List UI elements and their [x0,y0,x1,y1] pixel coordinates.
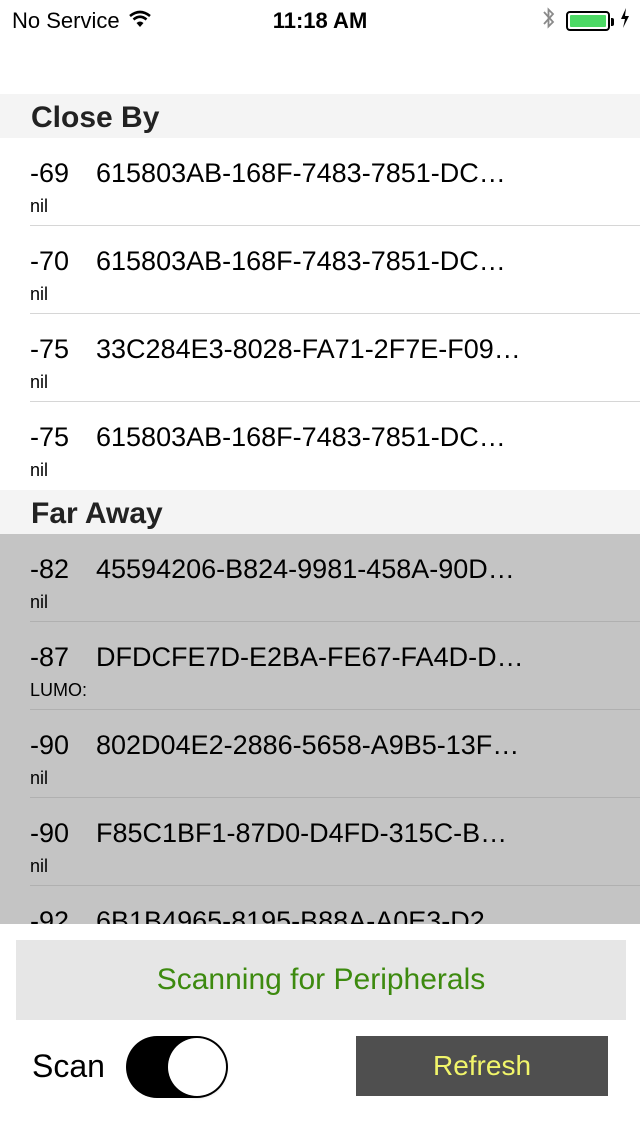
rssi-value: -75 [30,334,70,364]
status-right [542,6,630,35]
refresh-button[interactable]: Refresh [356,1036,608,1096]
uuid-label: DFDCFE7D-E2BA-FE67-FA4D-D… [96,642,524,672]
uuid-label: 802D04E2-2886-5658-A9B5-13F… [96,730,520,760]
table-row[interactable]: -90 F85C1BF1-87D0-D4FD-315C-B… nil [0,798,640,886]
rssi-value: -69 [30,158,70,188]
rssi-value: -87 [30,642,70,672]
uuid-label: 615803AB-168F-7483-7851-DC… [96,246,506,276]
battery-icon [566,10,614,31]
scan-label: Scan [32,1048,105,1084]
rssi-value: -82 [30,554,70,584]
table-row[interactable]: -75 615803AB-168F-7483-7851-DC… nil [0,402,640,490]
peripheral-name: nil [30,372,49,392]
peripheral-name: nil [30,196,49,216]
table-row[interactable]: -75 33C284E3-8028-FA71-2F7E-F09… nil [0,314,640,402]
scan-toggle[interactable] [126,1036,228,1098]
bluetooth-icon [542,6,556,35]
peripheral-name: nil [30,768,49,788]
far-away-rows: -82 45594206-B824-9981-458A-90D… nil -87 D… [0,534,640,924]
uuid-label: 615803AB-168F-7483-7851-DC… [96,158,506,188]
rssi-value: -75 [30,422,70,452]
peripheral-name: LUMO: [30,680,88,700]
uuid-label: 33C284E3-8028-FA71-2F7E-F09… [96,334,521,364]
peripheral-name: nil [30,284,49,304]
charging-icon [620,8,630,33]
uuid-label: F85C1BF1-87D0-D4FD-315C-B… [96,818,508,848]
scan-status-label: Scanning for Peripherals [16,940,626,1020]
section-header-close-by: Close By [0,94,640,138]
table-row[interactable]: -92 6B1B4965-8195-B88A-A0E3-D2 [0,886,640,924]
uuid-label: 6B1B4965-8195-B88A-A0E3-D2 [96,906,485,924]
table-row[interactable]: -90 802D04E2-2886-5658-A9B5-13F… nil [0,710,640,798]
status-bar: No Service 11:18 AM [0,0,640,40]
toggle-knob [168,1038,226,1096]
table-row[interactable]: -69 615803AB-168F-7483-7851-DC… nil [0,138,640,226]
rssi-value: -90 [30,818,70,848]
rssi-value: -92 [30,906,70,924]
uuid-label: 45594206-B824-9981-458A-90D… [96,554,515,584]
peripheral-name: nil [30,460,49,480]
rssi-value: -90 [30,730,70,760]
uuid-label: 615803AB-168F-7483-7851-DC… [96,422,506,452]
peripheral-table[interactable]: Close By -69 615803AB-168F-7483-7851-DC… … [0,94,640,924]
section-header-far-away: Far Away [0,490,640,534]
table-row[interactable]: -70 615803AB-168F-7483-7851-DC… nil [0,226,640,314]
peripheral-name: nil [30,592,49,612]
peripheral-name: nil [30,856,49,876]
table-row[interactable]: -87 DFDCFE7D-E2BA-FE67-FA4D-D… LUMO: [0,622,640,710]
rssi-value: -70 [30,246,70,276]
table-row[interactable]: -82 45594206-B824-9981-458A-90D… nil [0,534,640,622]
